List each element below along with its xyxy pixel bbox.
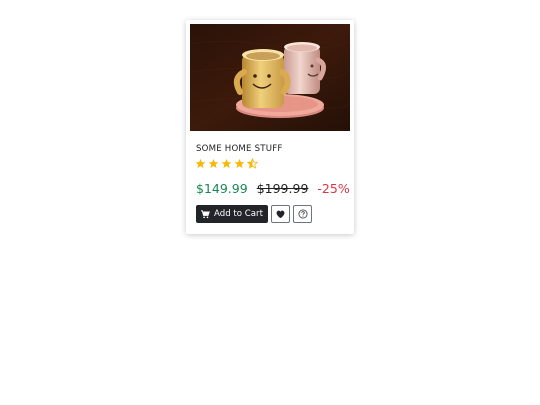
rating-stars: [195, 158, 258, 172]
cart-icon: [201, 209, 210, 218]
add-to-cart-label: Add to Cart: [214, 209, 263, 219]
star-icon: [221, 158, 232, 168]
question-circle-icon: [298, 209, 307, 219]
help-button[interactable]: [293, 205, 312, 223]
current-price: $149.99: [196, 181, 248, 196]
original-price: $199.99: [256, 181, 309, 196]
discount-badge: -25%: [317, 181, 350, 196]
star-half-icon: [247, 158, 258, 169]
card-actions: Add to Cart: [196, 205, 312, 223]
star-icon: [208, 158, 219, 168]
star-icon: [195, 158, 206, 168]
product-card: SOME HOME STUFF $149.99 $199.99 -25% Add…: [186, 20, 354, 234]
product-image[interactable]: [190, 24, 350, 131]
star-icon: [234, 158, 245, 168]
wishlist-button[interactable]: [271, 205, 290, 223]
heart-icon: [276, 210, 285, 218]
price-row: $149.99 $199.99 -25%: [196, 181, 350, 196]
product-title: SOME HOME STUFF: [196, 144, 283, 154]
add-to-cart-button[interactable]: Add to Cart: [196, 205, 268, 223]
